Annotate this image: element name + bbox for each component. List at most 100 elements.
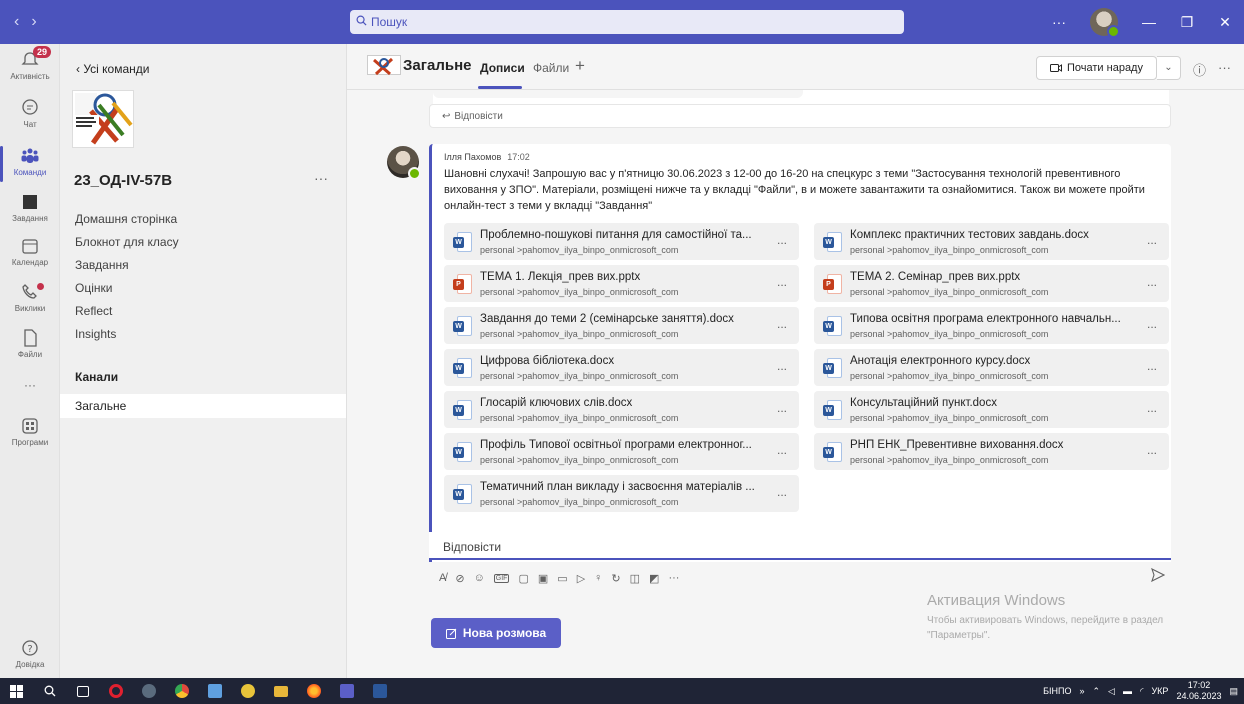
notifications-icon[interactable]: ▤ <box>1229 686 1238 697</box>
attachment-card[interactable]: W РНП ЕНК_Превентивне виховання.docx perso… <box>814 433 1169 470</box>
rail-files[interactable]: Файли <box>0 328 60 359</box>
attachment-more-button[interactable]: ... <box>1147 233 1157 247</box>
back-arrow-icon[interactable]: ‹ <box>14 13 19 31</box>
attachment-card[interactable]: W Цифрова бібліотека.docx personal >pahomo… <box>444 349 799 386</box>
search-input[interactable]: Пошук <box>350 10 904 34</box>
attachment-more-button[interactable]: ... <box>777 317 787 331</box>
forward-arrow-icon[interactable]: › <box>31 13 36 31</box>
attachment-card[interactable]: W Проблемно-пошукові питання для самостій… <box>444 223 799 260</box>
tab-posts[interactable]: Дописи <box>480 61 525 75</box>
rail-teams[interactable]: Команди <box>0 146 60 182</box>
author-name[interactable]: Ілля Пахомов <box>444 152 501 162</box>
info-icon[interactable]: ⓘ <box>1193 60 1206 79</box>
team-nav-notebook[interactable]: Блокнот для класу <box>75 231 179 254</box>
attachment-more-button[interactable]: ... <box>1147 401 1157 415</box>
add-tab-button[interactable]: + <box>575 56 585 76</box>
loop-icon[interactable]: ↻ <box>611 572 620 585</box>
task-view-icon[interactable] <box>66 678 99 704</box>
attachment-card[interactable]: W Консультаційний пункт.docx personal >pah… <box>814 391 1169 428</box>
praise-icon[interactable]: ♀ <box>594 572 602 584</box>
close-button[interactable]: ✕ <box>1206 14 1244 31</box>
rail-assignments[interactable]: Завдання <box>0 192 60 223</box>
attachment-more-button[interactable]: ... <box>777 401 787 415</box>
attachment-card[interactable]: W Завдання до теми 2 (семінарське заняття… <box>444 307 799 344</box>
attachment-more-button[interactable]: ... <box>777 485 787 499</box>
author-avatar[interactable] <box>387 146 421 180</box>
new-conversation-button[interactable]: Нова розмова <box>431 618 561 648</box>
paint-app-icon[interactable] <box>231 678 264 704</box>
word-taskbar-icon[interactable] <box>363 678 396 704</box>
sticker-icon[interactable]: ▢ <box>518 572 528 585</box>
forms-icon[interactable]: ◩ <box>649 572 659 585</box>
schedule-meeting-icon[interactable]: ▣ <box>538 572 548 585</box>
attachment-card[interactable]: P ТЕМА 1. Лекція_прев вих.pptx personal >p… <box>444 265 799 302</box>
tray-language-label[interactable]: БІНПО <box>1043 686 1071 696</box>
rail-calendar[interactable]: Календар <box>0 236 60 267</box>
all-teams-link[interactable]: ‹ Усі команди <box>76 62 149 76</box>
attachment-more-button[interactable]: ... <box>777 233 787 247</box>
attachment-card[interactable]: P ТЕМА 2. Семінар_прев вих.pptx personal >… <box>814 265 1169 302</box>
attachment-card[interactable]: W Комплекс практичних тестових завдань.do… <box>814 223 1169 260</box>
minimize-button[interactable]: — <box>1130 14 1168 30</box>
header-more-button[interactable]: ··· <box>1218 60 1231 79</box>
tray-overflow-icon[interactable]: » <box>1079 686 1084 696</box>
opera-icon[interactable] <box>99 678 132 704</box>
chrome-icon[interactable] <box>165 678 198 704</box>
profile-avatar[interactable] <box>1090 8 1120 38</box>
keyboard-layout-label[interactable]: УКР <box>1151 686 1168 696</box>
file-explorer-icon[interactable] <box>264 678 297 704</box>
send-icon[interactable] <box>1151 567 1166 585</box>
clock[interactable]: 17:02 24.06.2023 <box>1176 680 1221 702</box>
rail-chat[interactable]: Чат <box>0 98 60 129</box>
attachment-more-button[interactable]: ... <box>777 443 787 457</box>
approvals-icon[interactable]: ◫ <box>630 572 640 585</box>
team-nav-grades[interactable]: Оцінки <box>75 277 179 300</box>
video-clip-icon[interactable]: ▭ <box>557 572 567 585</box>
maximize-button[interactable]: ❐ <box>1168 14 1206 31</box>
attachment-more-button[interactable]: ... <box>1147 275 1157 289</box>
rail-help[interactable]: ? Довідка <box>0 638 60 669</box>
attach-icon[interactable]: ⊘ <box>455 572 464 585</box>
attachment-more-button[interactable]: ... <box>1147 317 1157 331</box>
tab-files[interactable]: Файли <box>533 61 569 75</box>
attachment-card[interactable]: W Анотація електронного курсу.docx persona… <box>814 349 1169 386</box>
rail-calls[interactable]: Виклики <box>0 282 60 313</box>
attachment-card[interactable]: W Глосарій ключових слів.docx personal >pa… <box>444 391 799 428</box>
team-nav-insights[interactable]: Insights <box>75 323 179 346</box>
attachment-card[interactable]: W Типова освітня програма електронного на… <box>814 307 1169 344</box>
team-nav-reflect[interactable]: Reflect <box>75 300 179 323</box>
chevron-up-icon[interactable]: ⌃ <box>1093 686 1101 697</box>
attachment-more-button[interactable]: ... <box>1147 359 1157 373</box>
teams-taskbar-icon[interactable] <box>330 678 363 704</box>
attachment-more-button[interactable]: ... <box>777 359 787 373</box>
rail-more[interactable]: ··· <box>0 378 60 392</box>
attachment-card[interactable]: W Профіль Типової освітньої програми елек… <box>444 433 799 470</box>
attachment-more-button[interactable]: ... <box>777 275 787 289</box>
more-options-button[interactable]: ··· <box>1040 14 1078 30</box>
tool-app-icon[interactable] <box>132 678 165 704</box>
firefox-icon[interactable] <box>297 678 330 704</box>
rail-apps[interactable]: Програми <box>0 416 60 447</box>
attachment-more-button[interactable]: ... <box>1147 443 1157 457</box>
team-more-button[interactable]: ··· <box>314 170 328 186</box>
gif-icon[interactable]: GIF <box>493 573 510 583</box>
attachment-card[interactable]: W Тематичний план викладу і засвоєння мат… <box>444 475 799 512</box>
format-icon[interactable]: A̸ <box>439 572 446 584</box>
team-nav-home[interactable]: Домашня сторінка <box>75 208 179 231</box>
notepad-icon[interactable] <box>198 678 231 704</box>
taskbar-search-icon[interactable] <box>33 678 66 704</box>
meeting-dropdown-chevron-icon[interactable]: ⌄ <box>1157 56 1181 80</box>
emoji-icon[interactable]: ☺ <box>474 572 485 584</box>
battery-icon[interactable]: ▬ <box>1123 686 1132 696</box>
speaker-icon[interactable]: ◁ <box>1108 686 1115 697</box>
rail-activity[interactable]: 29 Активність <box>0 46 60 81</box>
team-nav-assignments[interactable]: Завдання <box>75 254 179 277</box>
channel-item-general[interactable]: Загальне <box>60 394 346 418</box>
previous-reply-button[interactable]: ↩ Відповісти <box>429 104 1171 128</box>
network-icon[interactable]: ◜ <box>1140 686 1144 697</box>
stream-icon[interactable]: ▷ <box>577 572 585 585</box>
toolbar-more-icon[interactable]: ··· <box>668 572 679 584</box>
start-meeting-button[interactable]: Почати нараду <box>1036 56 1157 80</box>
start-button[interactable] <box>0 678 33 704</box>
reply-input[interactable]: Відповісти <box>429 532 1171 560</box>
